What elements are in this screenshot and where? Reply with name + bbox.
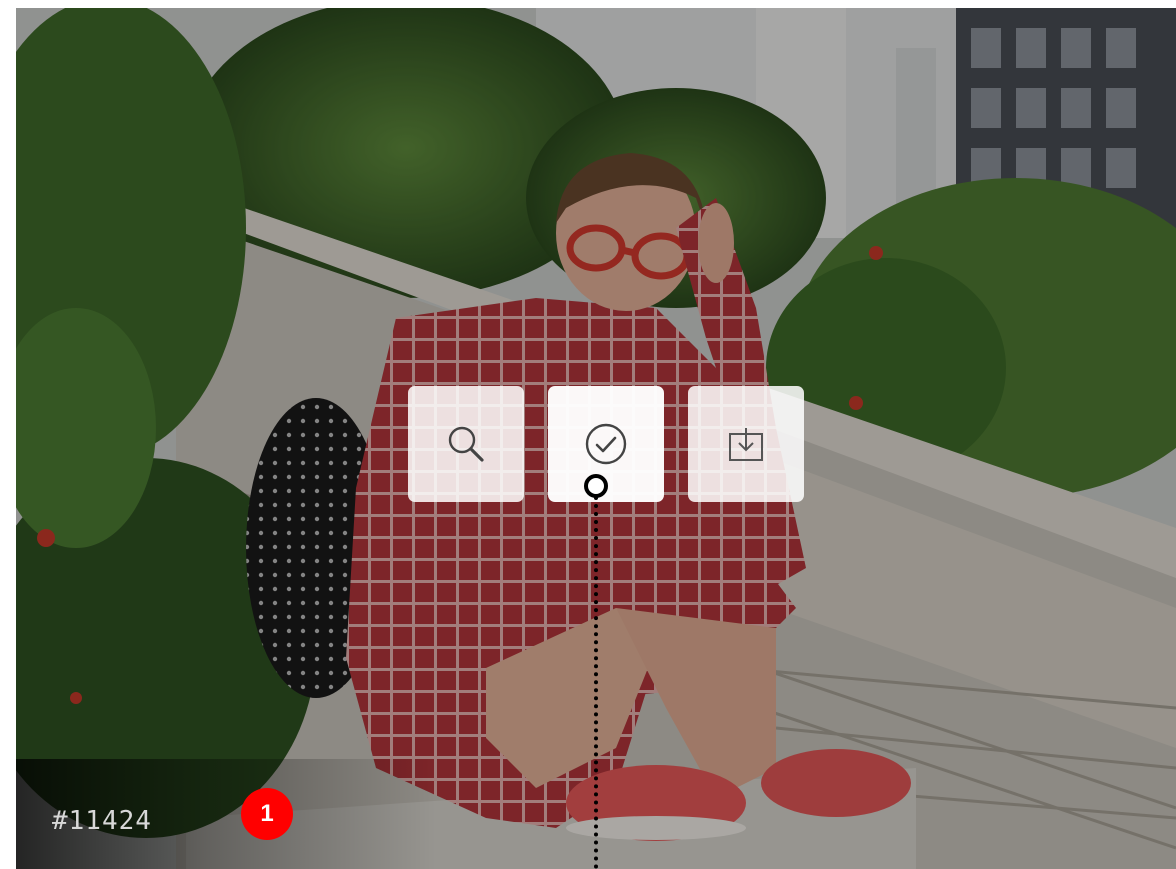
download-button[interactable]: [688, 386, 804, 502]
download-icon: [729, 428, 763, 461]
check-circle-icon: [585, 423, 627, 465]
zoom-button[interactable]: [408, 386, 524, 502]
search-icon: [448, 426, 484, 462]
image-id-label: #11424: [52, 806, 152, 836]
cursor-marker: [584, 474, 608, 498]
drag-path-line: [594, 496, 598, 869]
step-badge: 1: [241, 788, 293, 840]
